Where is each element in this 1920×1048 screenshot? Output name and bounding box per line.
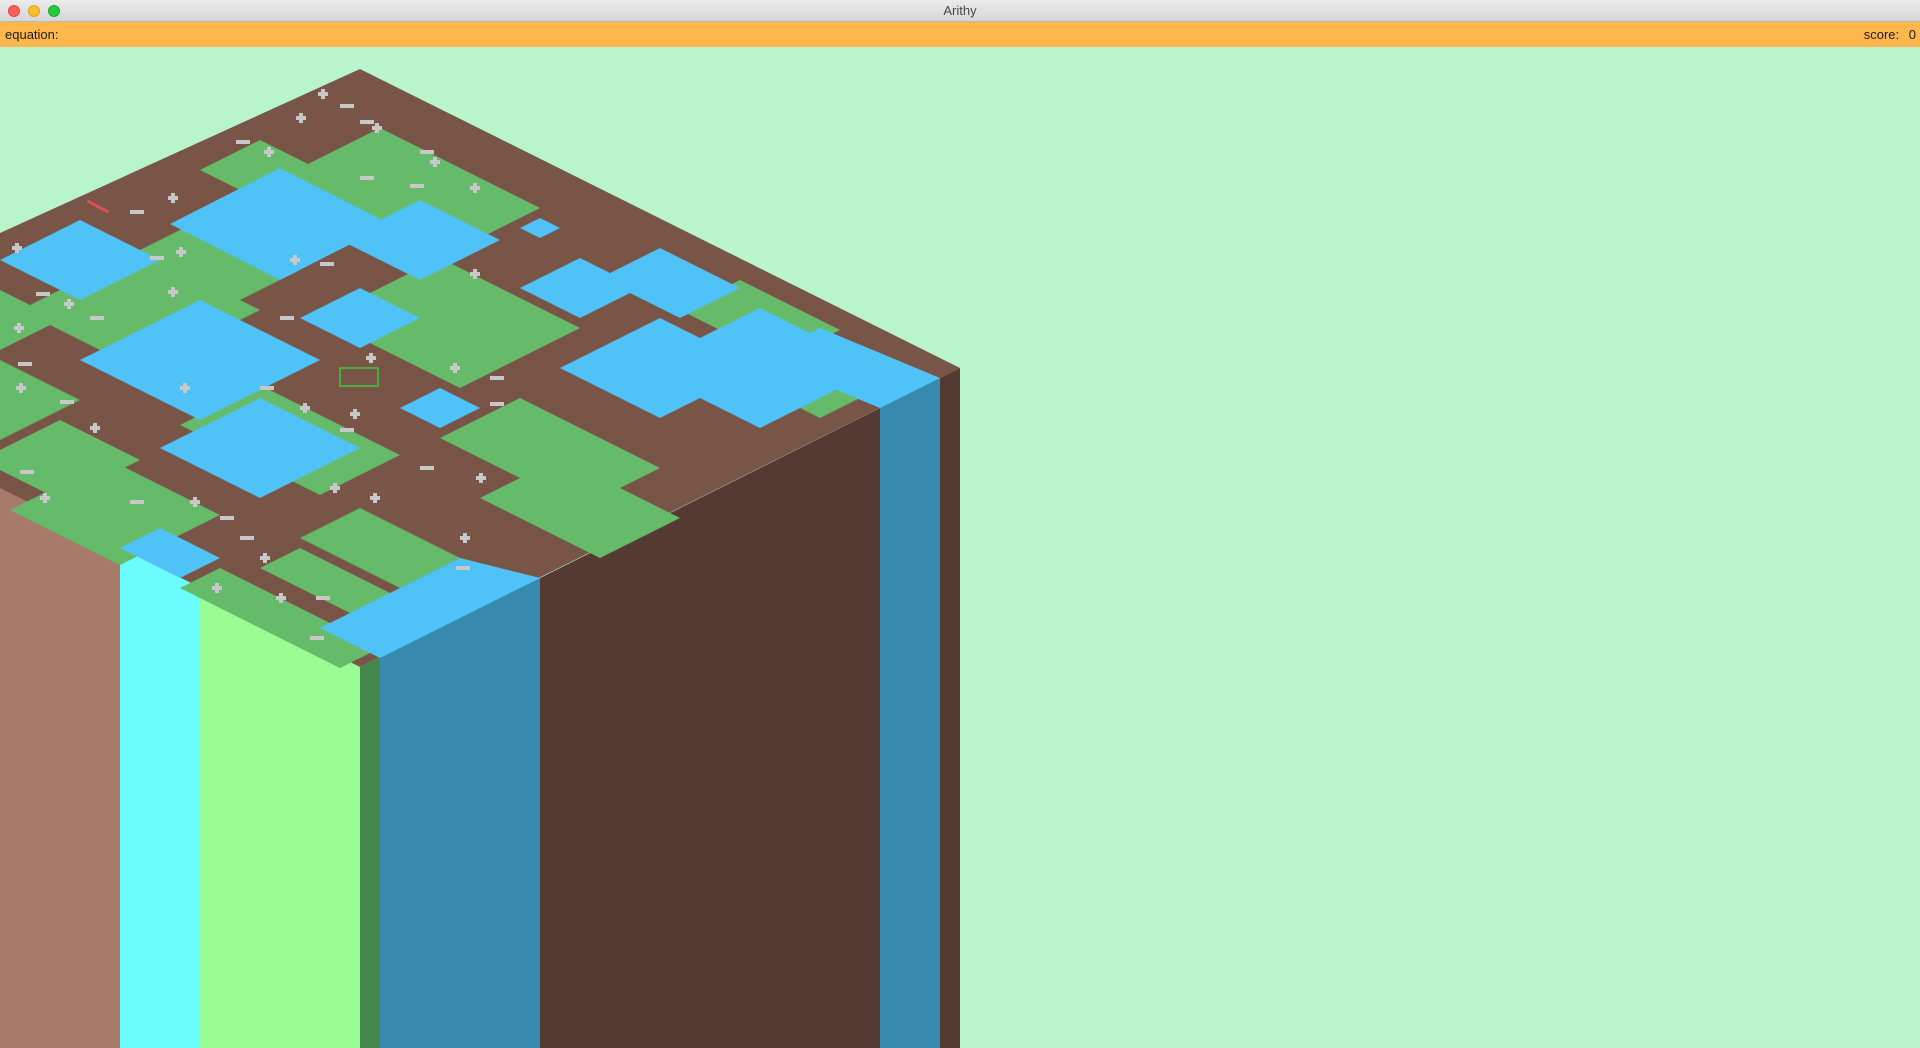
status-bar: equation: score: 0	[0, 22, 1920, 47]
side-face-water-light	[120, 548, 200, 1048]
side-face-dirt-edge	[940, 368, 960, 1048]
equation-label: equation:	[5, 27, 59, 42]
side-face-water-dark-2	[880, 378, 940, 1048]
score-display: score: 0	[1864, 27, 1916, 42]
side-face-dirt-left	[0, 486, 120, 1048]
score-value: 0	[1908, 27, 1916, 42]
window-titlebar: Arithy	[0, 0, 1920, 22]
game-board[interactable]	[0, 47, 1920, 1048]
equation-display: equation:	[5, 27, 59, 42]
window-title: Arithy	[943, 3, 977, 18]
score-label: score:	[1863, 27, 1900, 42]
side-face-grass-dark	[360, 657, 380, 1048]
side-face-water-dark	[380, 578, 540, 1048]
